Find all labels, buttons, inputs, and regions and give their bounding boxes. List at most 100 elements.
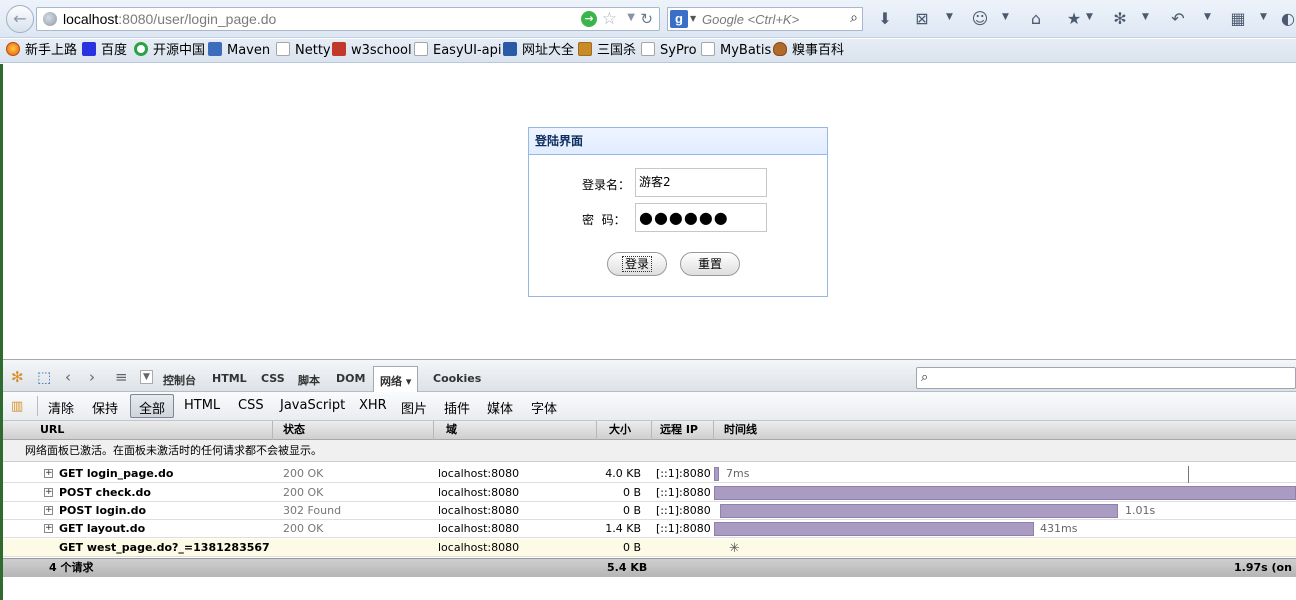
url-bar[interactable]: localhost:8080/user/login_page.do → ☆ ▼ … <box>36 7 660 31</box>
inspect-icon[interactable]: ⬚ <box>37 368 51 386</box>
request-row[interactable]: + POST check.do 200 OK localhost:8080 0 … <box>3 484 1296 502</box>
column-domain[interactable]: 域 <box>434 421 597 440</box>
firebug-bug-icon[interactable]: ✻ <box>11 368 24 386</box>
expand-icon[interactable]: + <box>44 506 53 515</box>
request-domain: localhost:8080 <box>438 504 520 517</box>
page-icon <box>414 42 428 56</box>
magnifier-icon[interactable]: ⌕ <box>850 10 858 26</box>
filter-images[interactable]: 图片 <box>401 398 427 417</box>
column-status[interactable]: 状态 <box>273 421 434 440</box>
filter-javascript[interactable]: JavaScript <box>280 398 345 413</box>
tab-script[interactable]: 脚本 <box>298 372 320 388</box>
column-size[interactable]: 大小 <box>597 421 652 440</box>
bookmark-star-icon[interactable]: ☆ <box>602 9 617 29</box>
password-input[interactable]: ●●●●●● <box>635 203 767 232</box>
request-url: GET west_page.do?_=13812835675 <box>59 541 269 554</box>
bookmark-item[interactable]: SyPro <box>641 42 697 60</box>
download-icon[interactable]: ⬇ <box>875 8 895 30</box>
filter-html[interactable]: HTML <box>184 398 220 413</box>
bookmark-item[interactable]: 三国杀 <box>578 42 636 60</box>
filter-css[interactable]: CSS <box>238 398 264 413</box>
loading-spinner-icon: ✳ <box>729 541 740 556</box>
expand-icon[interactable]: + <box>44 488 53 497</box>
tab-dom[interactable]: DOM <box>336 372 365 385</box>
go-arrow-icon[interactable]: → <box>581 11 597 27</box>
filter-media[interactable]: 媒体 <box>487 398 513 417</box>
request-row[interactable]: + POST login.do 302 Found localhost:8080… <box>3 502 1296 520</box>
login-panel: 登陆界面 登录名： 游客2 密 码： ●●●●●● 登录 重置 <box>528 127 828 297</box>
undo-close-icon[interactable]: ↶ <box>1168 8 1188 30</box>
tab-network[interactable]: 网络 ▾ <box>373 366 419 393</box>
sync-dropdown-icon[interactable]: ▼ <box>1002 12 1009 22</box>
apps-icon[interactable]: ▦ <box>1228 8 1248 30</box>
timeline-label: 7ms <box>726 467 750 480</box>
page-icon <box>641 42 655 56</box>
navigation-toolbar: ← localhost:8080/user/login_page.do → ☆ … <box>0 0 1296 38</box>
request-size: 0 B <box>622 504 641 517</box>
column-timeline[interactable]: 时间线 <box>714 421 1296 440</box>
expand-icon[interactable]: + <box>44 469 53 478</box>
network-summary: 4 个请求 5.4 KB 1.97s (on <box>3 558 1296 577</box>
google-engine-icon[interactable]: g <box>670 10 688 28</box>
bookmark-item[interactable]: EasyUI-api <box>414 42 502 60</box>
firebug-dropdown-icon[interactable]: ▼ <box>1142 12 1149 22</box>
no-script-icon[interactable]: ⊠ <box>912 8 932 30</box>
firebug-icon[interactable]: ✻ <box>1110 8 1130 30</box>
bookmarks-dropdown-icon[interactable]: ▼ <box>1086 12 1093 22</box>
forward-chevron-icon[interactable]: › <box>89 368 95 386</box>
request-size: 0 B <box>622 486 641 499</box>
bookmark-item[interactable]: 新手上路 <box>6 42 77 60</box>
login-button[interactable]: 登录 <box>607 252 667 276</box>
search-icon: ⌕ <box>921 370 929 385</box>
clear-button[interactable]: 清除 <box>48 398 74 417</box>
xhr-breakpoint-icon[interactable]: ▥ <box>11 399 23 414</box>
page-icon <box>701 42 715 56</box>
request-row[interactable]: + GET layout.do 200 OK localhost:8080 1.… <box>3 520 1296 538</box>
bookmark-item[interactable]: 开源中国 <box>134 42 205 60</box>
overflow-icon[interactable]: ◐ <box>1278 8 1296 30</box>
filter-all[interactable]: 全部 <box>130 394 175 418</box>
expand-icon[interactable]: + <box>44 524 53 533</box>
menu-dropdown-icon[interactable]: ▼ <box>140 370 153 384</box>
tab-cookies[interactable]: Cookies <box>433 372 481 385</box>
login-panel-title: 登陆界面 <box>529 128 827 155</box>
tab-css[interactable]: CSS <box>261 372 285 385</box>
bookmark-item[interactable]: MyBatis <box>701 42 771 60</box>
filter-plugins[interactable]: 插件 <box>444 398 470 417</box>
filter-fonts[interactable]: 字体 <box>531 398 557 417</box>
undo-dropdown-icon[interactable]: ▼ <box>1204 12 1211 22</box>
apps-dropdown-icon[interactable]: ▼ <box>1260 12 1267 22</box>
engine-dropdown-icon[interactable]: ▼ <box>690 14 696 23</box>
column-url[interactable]: URL <box>3 421 273 440</box>
bookmark-item[interactable]: 糗事百科 <box>773 42 844 60</box>
bookmark-item[interactable]: w3school <box>332 42 412 60</box>
history-dropdown-icon[interactable]: ▼ <box>627 12 635 23</box>
bookmark-item[interactable]: Netty <box>276 42 331 60</box>
firebug-search-input[interactable]: ⌕ <box>916 367 1296 389</box>
request-size: 1.4 KB <box>605 522 641 535</box>
home-icon[interactable]: ⌂ <box>1026 8 1046 30</box>
reload-icon[interactable]: ↻ <box>640 10 653 28</box>
search-bar[interactable]: g ▼ Google <Ctrl+K> ⌕ <box>667 7 863 31</box>
menu-icon[interactable]: ≡ <box>115 368 128 386</box>
bookmark-item[interactable]: 网址大全 <box>503 42 574 60</box>
reset-button[interactable]: 重置 <box>680 252 740 276</box>
tab-html[interactable]: HTML <box>212 372 247 385</box>
tab-console[interactable]: 控制台 <box>163 372 196 388</box>
back-button[interactable]: ← <box>6 5 34 33</box>
bookmarks-icon[interactable]: ★ <box>1064 8 1084 30</box>
back-chevron-icon[interactable]: ‹ <box>65 368 71 386</box>
request-row[interactable]: GET west_page.do?_=13812835675 localhost… <box>3 539 1296 557</box>
persist-button[interactable]: 保持 <box>92 398 118 417</box>
bookmark-item[interactable]: Maven <box>208 42 270 60</box>
bookmark-item[interactable]: 百度 <box>82 42 127 60</box>
url-text[interactable]: localhost:8080/user/login_page.do <box>63 11 276 27</box>
request-row[interactable]: + GET login_page.do 200 OK localhost:808… <box>3 465 1296 483</box>
no-script-dropdown-icon[interactable]: ▼ <box>946 12 953 22</box>
firebug-toolbar: ✻ ⬚ ‹ › ≡ ▼ 控制台 HTML CSS 脚本 DOM 网络 ▾ Coo… <box>3 359 1296 393</box>
username-input[interactable]: 游客2 <box>635 168 767 197</box>
oschina-icon <box>134 42 148 56</box>
column-remote-ip[interactable]: 远程 IP <box>652 421 714 440</box>
sync-icon[interactable]: ☺ <box>970 8 990 30</box>
filter-xhr[interactable]: XHR <box>359 398 387 413</box>
